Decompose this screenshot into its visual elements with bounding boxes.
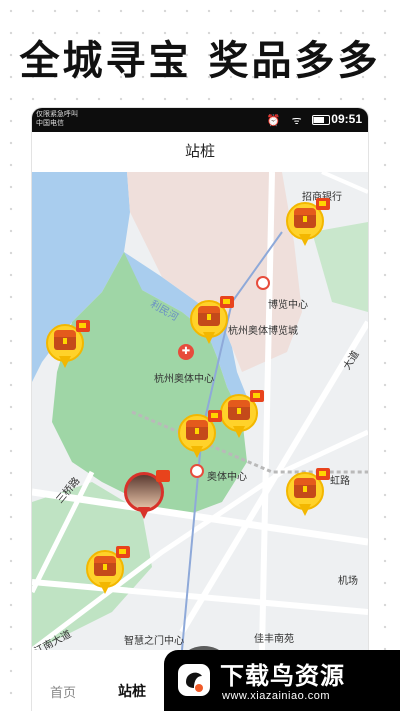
status-bar: 仅限紧急呼叫 中国电信 ⏰ ᯤ ✉ 09:51	[32, 108, 368, 132]
venue-icon: ✚	[178, 344, 194, 360]
carrier-text: 中国电信	[36, 120, 64, 127]
treasure-pin[interactable]	[220, 390, 264, 440]
phone-screen: 仅限紧急呼叫 中国电信 ⏰ ᯤ ✉ 09:51 站桩 博览中心 杭州奥体博览城 …	[32, 108, 368, 711]
map-label-expo-center: 博览中心	[268, 300, 308, 311]
battery-icon	[312, 115, 330, 125]
watermark-url: www.xiazainiao.com	[222, 690, 331, 702]
user-avatar-pin[interactable]	[124, 470, 170, 520]
treasure-pin[interactable]	[178, 410, 222, 460]
map-label-sports-center: 杭州奥体中心	[154, 374, 214, 385]
nav-bar: 站桩	[32, 132, 368, 173]
carrier-info: 仅限紧急呼叫 中国电信	[36, 110, 78, 128]
tab-zhanzhuang[interactable]: 站桩	[118, 681, 146, 701]
treasure-pin[interactable]	[86, 546, 130, 596]
emergency-text: 仅限紧急呼叫	[36, 111, 78, 118]
page-title: 站桩	[184, 143, 215, 160]
treasure-pin[interactable]	[46, 320, 90, 370]
bird-logo-icon	[178, 664, 210, 696]
map-label-expo-city: 杭州奥体博览城	[228, 326, 298, 337]
promo-headline: 全城寻宝 奖品多多	[19, 38, 381, 84]
treasure-pin[interactable]	[286, 198, 330, 248]
map-label-station: 奥体中心	[207, 472, 247, 483]
tab-home[interactable]: 首页	[50, 682, 76, 701]
treasure-pin[interactable]	[286, 468, 330, 518]
map-label-airport: 机场	[338, 576, 358, 587]
map-view[interactable]: 招商银行 博览中心 杭州奥体博览城 利民河 杭州奥体中心 奥体中心 虹路 三桥路…	[32, 172, 368, 650]
status-time: 09:51	[331, 112, 362, 126]
map-label-jiafeng: 佳丰南苑	[254, 634, 294, 645]
watermark-title: 下载鸟资源	[220, 662, 345, 690]
site-watermark: 下载鸟资源 www.xiazainiao.com	[164, 650, 400, 711]
map-label-smart-gate: 智慧之门中心	[124, 636, 184, 647]
metro-icon	[256, 276, 270, 290]
treasure-pin[interactable]	[190, 296, 234, 346]
map-label-hong-road: 虹路	[330, 476, 350, 487]
metro-icon	[190, 464, 204, 478]
